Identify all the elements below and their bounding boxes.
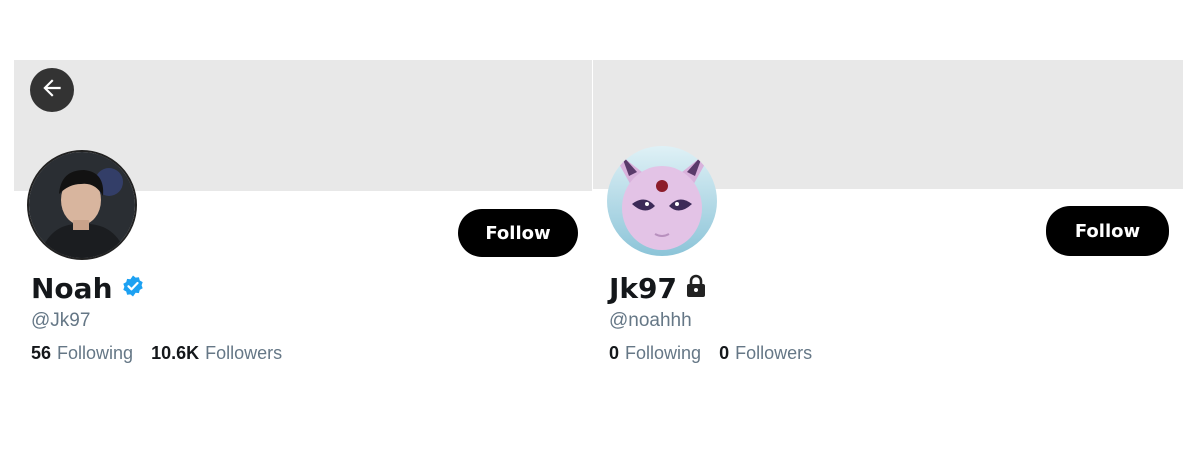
following-count: 0	[609, 343, 620, 363]
followers-label: Followers	[205, 343, 283, 363]
followers-count: 10.6K	[151, 343, 200, 363]
following-label: Following	[57, 343, 134, 363]
lock-icon	[685, 272, 707, 305]
avatar[interactable]	[27, 150, 137, 260]
arrow-left-icon	[39, 75, 65, 106]
follow-button[interactable]: Follow	[1046, 206, 1169, 256]
following-count: 56	[31, 343, 52, 363]
following-label: Following	[625, 343, 702, 363]
avatar[interactable]	[607, 146, 717, 256]
followers-stat[interactable]: 0 Followers	[719, 343, 812, 364]
following-stat[interactable]: 56 Following	[31, 343, 133, 364]
profile-handle: @Jk97	[31, 310, 91, 331]
profile-name: Noah	[31, 272, 145, 305]
followers-label: Followers	[735, 343, 813, 363]
back-button[interactable]	[30, 68, 74, 112]
following-stat[interactable]: 0 Following	[609, 343, 701, 364]
display-name: Jk97	[609, 272, 678, 305]
verified-badge-icon	[121, 272, 145, 305]
display-name: Noah	[31, 272, 113, 305]
followers-stat[interactable]: 10.6K Followers	[151, 343, 282, 364]
profile-name: Jk97	[609, 272, 707, 305]
followers-count: 0	[719, 343, 730, 363]
profile-stats: 56 Following 10.6K Followers	[31, 343, 282, 364]
profile-stats: 0 Following 0 Followers	[609, 343, 812, 364]
profile-handle: @noahhh	[609, 310, 692, 331]
follow-button[interactable]: Follow	[458, 209, 578, 257]
